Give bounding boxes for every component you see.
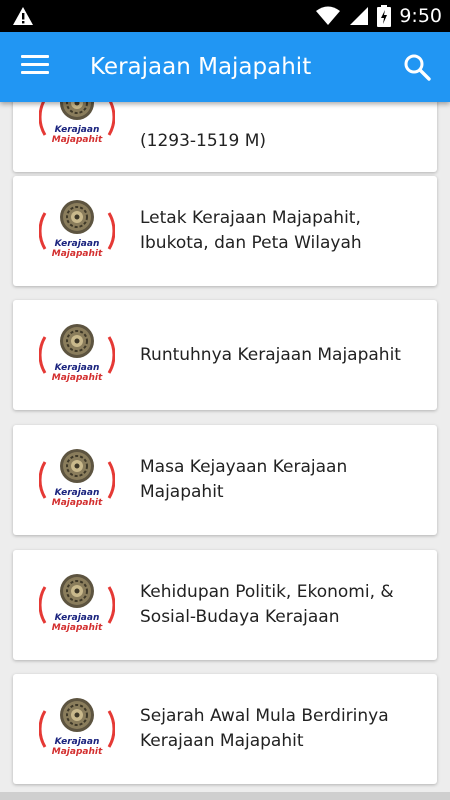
list-item[interactable]: Kerajaan Majapahit Letak Kerajaan Majapa… bbox=[13, 176, 437, 286]
kerajaan-majapahit-logo: Kerajaan Majapahit bbox=[39, 102, 115, 155]
list-item-label: Letak Kerajaan Majapahit, Ibukota, dan P… bbox=[140, 208, 362, 253]
kerajaan-majapahit-logo: Kerajaan Majapahit bbox=[39, 691, 115, 767]
list-item[interactable]: Kerajaan Majapahit Masa Kejayaan Kerajaa… bbox=[13, 425, 437, 535]
kerajaan-majapahit-logo: Kerajaan Majapahit bbox=[39, 317, 115, 393]
list-item-label: (1293-1519 M) bbox=[140, 131, 266, 151]
list-bottom-edge bbox=[0, 792, 450, 800]
chapter-list: Kerajaan Majapahit (1293-1519 M) Kerajaa… bbox=[0, 102, 450, 800]
cell-signal-icon bbox=[350, 7, 369, 25]
kerajaan-majapahit-logo: Kerajaan Majapahit bbox=[39, 567, 115, 643]
status-bar: 9:50 bbox=[0, 0, 450, 32]
list-item[interactable]: Kerajaan Majapahit (1293-1519 M) bbox=[13, 102, 437, 172]
kerajaan-majapahit-logo: Kerajaan Majapahit bbox=[39, 442, 115, 518]
list-item-label: Masa Kejayaan Kerajaan Majapahit bbox=[140, 457, 348, 502]
battery-charging-icon bbox=[377, 5, 392, 27]
list-item-label: Kehidupan Politik, Ekonomi, & Sosial-Bud… bbox=[140, 582, 394, 627]
list-item-label: Sejarah Awal Mula Berdirinya Kerajaan Ma… bbox=[140, 706, 389, 751]
status-time: 9:50 bbox=[399, 5, 442, 27]
kerajaan-majapahit-logo: Kerajaan Majapahit bbox=[39, 193, 115, 269]
app-bar-title: Kerajaan Majapahit bbox=[90, 54, 312, 80]
search-icon[interactable] bbox=[402, 52, 432, 82]
wifi-icon bbox=[316, 6, 341, 25]
app-bar: Kerajaan Majapahit bbox=[0, 32, 450, 102]
list-item[interactable]: Kerajaan Majapahit Kehidupan Politik, Ek… bbox=[13, 550, 437, 660]
hamburger-menu-icon[interactable] bbox=[21, 55, 49, 79]
list-item[interactable]: Kerajaan Majapahit Runtuhnya Kerajaan Ma… bbox=[13, 300, 437, 410]
list-item-label: Runtuhnya Kerajaan Majapahit bbox=[140, 344, 401, 365]
warning-icon bbox=[13, 7, 33, 25]
list-item[interactable]: Kerajaan Majapahit Sejarah Awal Mula Ber… bbox=[13, 674, 437, 784]
